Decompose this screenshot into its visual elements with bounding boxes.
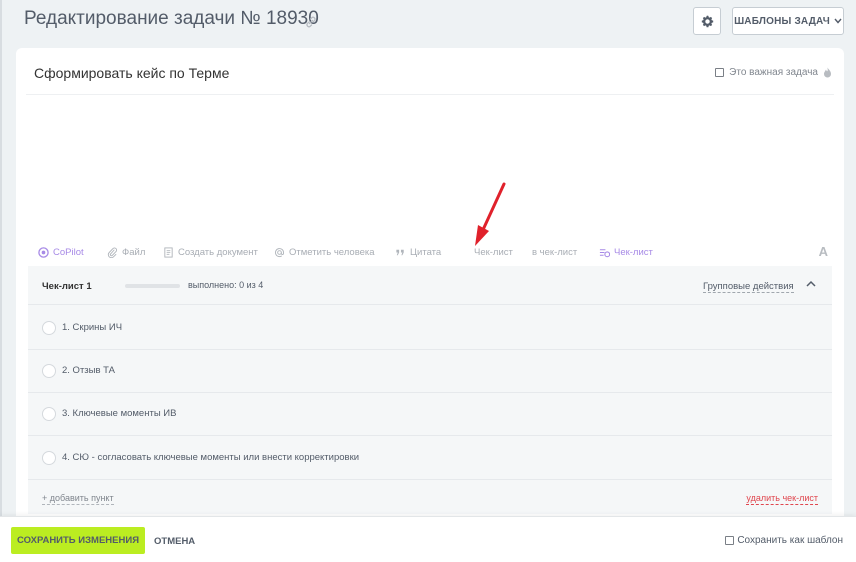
bottom-action-bar: СОХРАНИТЬ ИЗМЕНЕНИЯ ОТМЕНА Сохранить как… <box>0 516 856 562</box>
quote-button[interactable]: Цитата <box>395 247 441 258</box>
window-edge <box>0 0 2 562</box>
checklist-label: Чек-лист <box>474 247 513 258</box>
task-templates-label: ШАБЛОНЫ ЗАДАЧ <box>734 15 830 27</box>
cancel-button[interactable]: ОТМЕНА <box>154 536 195 547</box>
task-templates-button[interactable]: ШАБЛОНЫ ЗАДАЧ <box>732 7 844 35</box>
create-document-label: Создать документ <box>178 247 258 258</box>
to-checklist-button[interactable]: в чек-лист <box>532 247 577 258</box>
save-as-template-toggle[interactable]: Сохранить как шаблон <box>725 535 843 546</box>
checklist-divider <box>28 304 832 305</box>
file-button[interactable]: Файл <box>107 247 145 258</box>
mention-button[interactable]: Отметить человека <box>274 247 375 258</box>
checklist-item-checkbox[interactable] <box>42 363 56 378</box>
checklist-copilot-label: Чек-лист <box>614 247 653 258</box>
save-as-template-checkbox[interactable] <box>725 536 735 545</box>
checklist-progress-bar <box>125 284 180 288</box>
save-changes-button[interactable]: СОХРАНИТЬ ИЗМЕНЕНИЯ <box>11 527 145 554</box>
file-label: Файл <box>122 247 146 258</box>
page-title: Редактирование задачи № 18930 <box>24 8 319 29</box>
title-divider <box>26 94 834 95</box>
important-checkbox[interactable] <box>715 68 725 77</box>
settings-button[interactable] <box>693 7 721 35</box>
checklist-item-label[interactable]: 3. Ключевые моменты ИВ <box>62 408 176 419</box>
checklist-item-label[interactable]: 2. Отзыв ТА <box>62 365 115 376</box>
link-icon[interactable] <box>304 15 318 29</box>
checklist-item-label[interactable]: 4. СЮ - согласовать ключевые моменты или… <box>62 452 359 463</box>
task-title-input[interactable]: Сформировать кейс по Терме <box>34 65 229 81</box>
copilot-button[interactable]: CoPilot <box>38 247 84 258</box>
checklist-item-checkbox[interactable] <box>42 320 56 335</box>
chevron-up-icon[interactable] <box>805 279 817 289</box>
chevron-down-icon <box>834 18 842 24</box>
add-item-link[interactable]: + добавить пункт <box>42 493 114 505</box>
task-edit-card: Сформировать кейс по Терме Это важная за… <box>16 48 844 562</box>
paperclip-icon <box>107 247 117 258</box>
important-task-toggle[interactable]: Это важная задача <box>715 67 832 78</box>
checklist-item[interactable]: 1. Скрины ИЧ <box>28 306 832 349</box>
copilot-icon <box>38 247 49 258</box>
copilot-label: CoPilot <box>53 247 84 258</box>
checklist-item[interactable]: 4. СЮ - согласовать ключевые моменты или… <box>28 436 832 479</box>
checklist-done-text: выполнено: 0 из 4 <box>188 280 264 290</box>
checklist-header: Чек-лист 1 выполнено: 0 из 4 Групповые д… <box>28 266 832 304</box>
mention-label: Отметить человека <box>289 247 375 258</box>
checklist-item-checkbox[interactable] <box>42 406 56 421</box>
delete-checklist-link[interactable]: удалить чек-лист <box>746 493 818 505</box>
save-as-template-label: Сохранить как шаблон <box>737 535 843 546</box>
document-icon <box>164 247 173 258</box>
checklist-divider <box>28 479 832 480</box>
quote-label: Цитата <box>410 247 442 258</box>
checklist-item[interactable]: 2. Отзыв ТА <box>28 349 832 392</box>
font-format-button[interactable]: A <box>819 244 828 259</box>
flame-icon <box>824 67 831 78</box>
create-document-button[interactable]: Создать документ <box>163 247 258 258</box>
checklist-copilot-icon <box>599 249 610 258</box>
checklist-footer: + добавить пункт удалить чек-лист <box>28 488 832 514</box>
checklist-name[interactable]: Чек-лист 1 <box>42 281 92 292</box>
checklist-copilot-button[interactable]: Чек-лист <box>599 247 653 258</box>
checklist-button[interactable]: Чек-лист <box>474 247 513 258</box>
group-actions-link[interactable]: Групповые действия <box>703 281 794 293</box>
gear-icon <box>701 15 713 27</box>
important-label: Это важная задача <box>729 67 818 78</box>
to-checklist-label: в чек-лист <box>532 247 578 258</box>
checklist-item-checkbox[interactable] <box>42 450 56 465</box>
checklist-item[interactable]: 3. Ключевые моменты ИВ <box>28 392 832 435</box>
checklist-item-label[interactable]: 1. Скрины ИЧ <box>62 322 122 333</box>
at-icon <box>275 248 284 257</box>
checklist-block: Чек-лист 1 выполнено: 0 из 4 Групповые д… <box>28 266 832 514</box>
editor-toolbar: CoPilot Файл Создать документ Отметить ч… <box>38 244 828 262</box>
quote-icon <box>396 249 404 256</box>
